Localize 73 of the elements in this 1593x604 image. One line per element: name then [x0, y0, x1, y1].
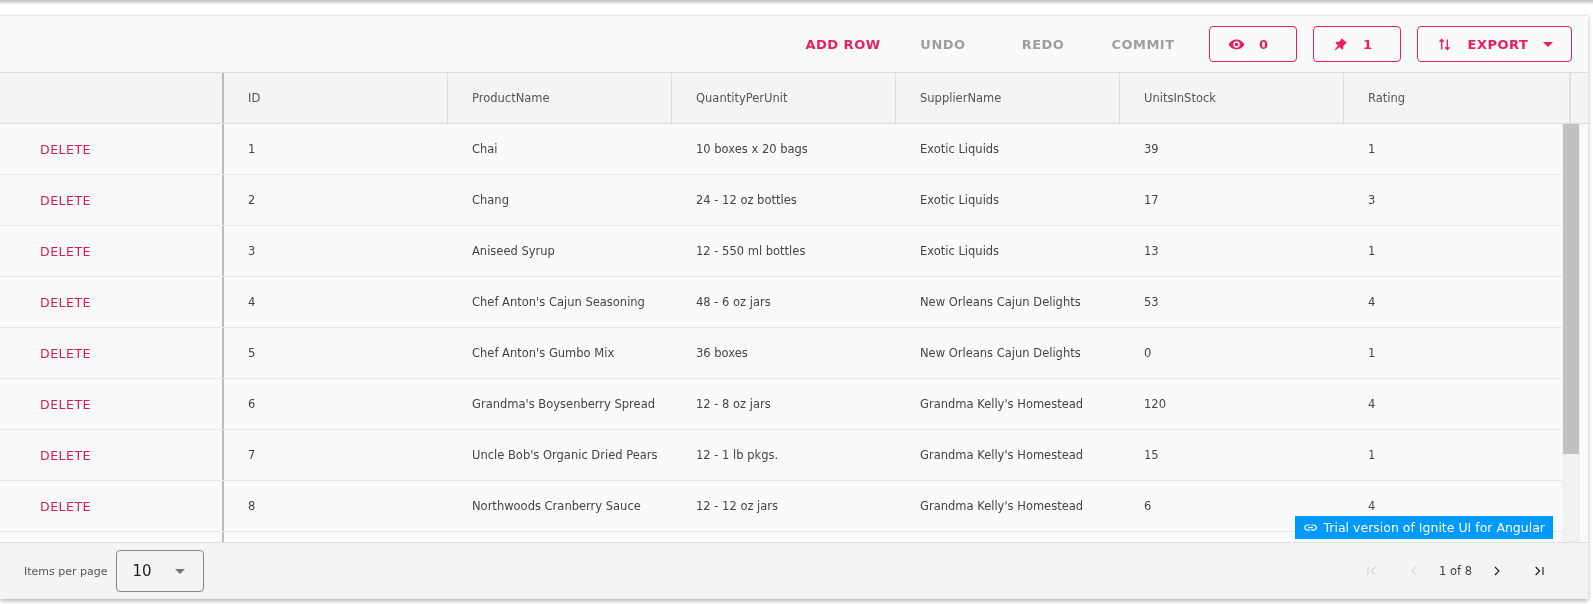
delete-button[interactable]: DELETE: [40, 498, 91, 514]
table-cell: 4: [1368, 499, 1376, 513]
table-cell: Grandma Kelly's Homestead: [920, 448, 1084, 462]
delete-button[interactable]: DELETE: [40, 396, 91, 412]
table-cell: 6: [1144, 499, 1152, 513]
items-per-page-label: Items per page: [24, 564, 108, 578]
table-cell: 10 boxes x 20 bags: [696, 142, 808, 156]
table-cell: Chef Anton's Cajun Seasoning: [472, 295, 645, 309]
table-cell: 1: [248, 142, 256, 156]
table-cell: New Orleans Cajun Delights: [920, 346, 1081, 360]
table-cell: 39: [1144, 142, 1159, 156]
delete-button[interactable]: DELETE: [40, 447, 91, 463]
pinned-columns-button[interactable]: 1: [1313, 26, 1401, 62]
caret-icon: [174, 568, 185, 574]
toolbar-button[interactable]: ADD ROW: [793, 26, 893, 62]
delete-button[interactable]: DELETE: [40, 243, 91, 259]
table-cell: 36 boxes: [696, 346, 748, 360]
table-cell: 8: [248, 499, 256, 513]
table-cell: Grandma Kelly's Homestead: [920, 499, 1084, 513]
column-header[interactable]: QuantityPerUnit: [672, 73, 896, 123]
table-cell: Chang: [472, 193, 509, 207]
table-cell: 13: [1144, 244, 1159, 258]
table-cell: 53: [1144, 295, 1159, 309]
table-cell: Chai: [472, 142, 498, 156]
table-cell: Exotic Liquids: [920, 244, 1000, 258]
table-cell: Aniseed Syrup: [472, 244, 555, 258]
table-cell: Northwoods Cranberry Sauce: [472, 499, 641, 513]
column-header[interactable]: Rating: [1344, 73, 1570, 123]
table-cell: 12 - 12 oz jars: [696, 499, 779, 513]
table-cell: 15: [1144, 448, 1159, 462]
table-cell: 4: [248, 295, 256, 309]
table-cell: 12 - 550 ml bottles: [696, 244, 806, 258]
table-cell: 5: [248, 346, 256, 360]
table-cell: 12 - 8 oz jars: [696, 397, 771, 411]
column-header[interactable]: ProductName: [448, 73, 672, 123]
table-cell: Uncle Bob's Organic Dried Pears: [472, 448, 658, 462]
table-cell: Grandma's Boysenberry Spread: [472, 397, 655, 411]
table-cell: 24 - 12 oz bottles: [696, 193, 797, 207]
delete-button[interactable]: DELETE: [40, 141, 91, 157]
table-cell: 2: [248, 193, 256, 207]
table-cell: 12 - 1 lb pkgs.: [696, 448, 779, 462]
table-cell: 7: [248, 448, 256, 462]
column-header[interactable]: UnitsInStock: [1120, 73, 1344, 123]
table-cell: 1: [1368, 346, 1376, 360]
table-cell: 1: [1368, 142, 1376, 156]
table-cell: 0: [1144, 346, 1152, 360]
table-cell: 17: [1144, 193, 1159, 207]
export-button[interactable]: EXPORT: [1417, 26, 1572, 62]
table-cell: Grandma Kelly's Homestead: [920, 397, 1084, 411]
table-cell: 1: [1368, 448, 1376, 462]
delete-button[interactable]: DELETE: [40, 345, 91, 361]
table-cell: 3: [1368, 193, 1376, 207]
delete-button[interactable]: DELETE: [40, 192, 91, 208]
caret-icon: [1543, 41, 1553, 47]
scrollbar[interactable]: [1562, 124, 1580, 542]
table-cell: 4: [1368, 397, 1376, 411]
table-cell: 4: [1368, 295, 1376, 309]
table-cell: Chef Anton's Gumbo Mix: [472, 346, 615, 360]
items-per-page-select[interactable]: 10: [115, 550, 204, 592]
table-cell: Exotic Liquids: [920, 142, 1000, 156]
table-cell: 6: [248, 397, 256, 411]
hidden-columns-button[interactable]: 0: [1209, 26, 1297, 62]
table-cell: 120: [1144, 397, 1166, 411]
table-cell: 1: [1368, 244, 1376, 258]
page-info: 1 of 8: [1438, 564, 1472, 578]
table-cell: Exotic Liquids: [920, 193, 1000, 207]
delete-button[interactable]: DELETE: [40, 294, 91, 310]
table-cell: 3: [248, 244, 256, 258]
column-header[interactable]: ID: [224, 73, 448, 123]
trial-version-link[interactable]: Trial version of Ignite UI for Angular: [1294, 516, 1553, 539]
table-cell: New Orleans Cajun Delights: [920, 295, 1081, 309]
table-cell: 48 - 6 oz jars: [696, 295, 771, 309]
column-header[interactable]: SupplierName: [896, 73, 1120, 123]
